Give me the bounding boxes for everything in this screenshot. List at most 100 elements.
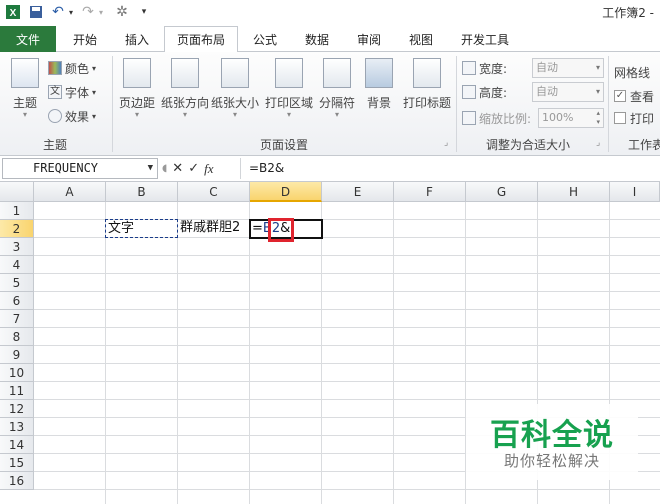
width-icon (462, 61, 476, 75)
height-label: 高度: (462, 82, 507, 102)
row-header-6[interactable]: 6 (0, 292, 34, 310)
width-label: 宽度: (462, 58, 507, 78)
scale-stepper[interactable]: 100% ▴ ▾ (538, 108, 604, 128)
orientation-button[interactable]: 纸张方向 ▾ (161, 56, 209, 119)
name-box[interactable]: FREQUENCY ▼ (2, 158, 158, 179)
undo-icon[interactable]: ↶ (50, 3, 66, 21)
sheet-options-group-label: 工作表 (628, 138, 660, 152)
column-header-f[interactable]: F (394, 182, 466, 202)
column-header-g[interactable]: G (466, 182, 538, 202)
tab-review[interactable]: 审阅 (346, 26, 392, 52)
row-header-5[interactable]: 5 (0, 274, 34, 292)
column-header-b[interactable]: B (106, 182, 178, 202)
theme-colors-button[interactable]: 颜色 ▾ (48, 58, 96, 78)
gridlines-view-checkbox[interactable]: ✓ 查看 (614, 86, 654, 106)
background-image-icon (365, 58, 393, 88)
title-bar: X ↶ ▾ ↷ ▾ ✲ ▾ 工作簿2 - (0, 0, 660, 24)
tab-page-layout[interactable]: 页面布局 (164, 26, 238, 53)
fonts-icon: 文 (48, 85, 62, 99)
tab-view[interactable]: 视图 (398, 26, 444, 52)
formula-tools: ◖ ✕ ✓ fx (162, 158, 238, 179)
row-header-4[interactable]: 4 (0, 256, 34, 274)
print-titles-button[interactable]: 打印标题 (403, 56, 451, 116)
row-header-12[interactable]: 12 (0, 400, 34, 418)
row-header-7[interactable]: 7 (0, 310, 34, 328)
row-header-9[interactable]: 9 (0, 346, 34, 364)
watermark-title: 百科全说 (490, 418, 614, 453)
margins-button[interactable]: 页边距 ▾ (114, 56, 160, 119)
enter-icon[interactable]: ✓ (188, 161, 199, 176)
customize-toolbar-icon[interactable]: ▾ (138, 3, 150, 21)
formula-bar: FREQUENCY ▼ ◖ ✕ ✓ fx =B2& (0, 156, 660, 182)
print-area-button[interactable]: 打印区域 ▾ (265, 56, 313, 119)
print-area-icon (275, 58, 303, 88)
redo-icon[interactable]: ↷ (80, 3, 96, 21)
tab-file[interactable]: 文件 (0, 26, 56, 52)
effects-icon (48, 109, 62, 123)
background-button[interactable]: 背景 (356, 56, 402, 116)
column-header-c[interactable]: C (178, 182, 250, 202)
row-header-3[interactable]: 3 (0, 238, 34, 256)
name-box-dropdown-icon[interactable]: ▼ (148, 159, 153, 178)
size-button[interactable]: 纸张大小 ▾ (211, 56, 259, 119)
tab-formulas[interactable]: 公式 (242, 26, 288, 52)
formula-scroll-icon: ◖ (162, 163, 168, 174)
theme-fonts-button[interactable]: 文 字体 ▾ (48, 82, 96, 102)
paper-size-icon (221, 58, 249, 88)
formula-input[interactable]: =B2& (240, 158, 660, 179)
redo-dropdown-icon[interactable]: ▾ (96, 3, 106, 21)
watermark: 百科全说 助你轻松解决 (466, 404, 638, 480)
undo-dropdown-icon[interactable]: ▾ (66, 3, 76, 21)
themes-icon (11, 58, 39, 88)
orientation-icon (171, 58, 199, 88)
cancel-icon[interactable]: ✕ (172, 161, 183, 176)
save-icon[interactable] (28, 3, 44, 21)
gridlines-label: 网格线 (614, 65, 651, 80)
tab-insert[interactable]: 插入 (114, 26, 160, 52)
column-header-h[interactable]: H (538, 182, 610, 202)
watermark-subtitle: 助你轻松解决 (503, 452, 600, 470)
print-titles-icon (413, 58, 441, 88)
height-icon (462, 85, 476, 99)
height-select[interactable]: 自动 ▾ (532, 82, 604, 102)
page-setup-launcher-icon[interactable]: ⌟ (444, 138, 448, 148)
row-header-10[interactable]: 10 (0, 364, 34, 382)
insert-function-icon[interactable]: fx (204, 161, 213, 177)
themes-button[interactable]: 主题 ▾ (2, 56, 48, 119)
tab-home[interactable]: 开始 (62, 26, 108, 52)
row-header-13[interactable]: 13 (0, 418, 34, 436)
cell-c2[interactable]: 群戚群胆2 (178, 219, 250, 237)
scale-label: 缩放比例: (462, 108, 531, 128)
row-header-2[interactable]: 2 (0, 220, 34, 238)
page-setup-group-label: 页面设置 (259, 138, 308, 152)
document-title: 工作簿2 - (602, 6, 654, 20)
theme-group-label: 主题 (42, 138, 67, 152)
tab-data[interactable]: 数据 (294, 26, 340, 52)
excel-logo-icon: X (4, 3, 22, 21)
column-header-i[interactable]: I (610, 182, 660, 202)
row-header-16[interactable]: 16 (0, 472, 34, 490)
column-header-e[interactable]: E (322, 182, 394, 202)
scale-launcher-icon[interactable]: ⌟ (596, 138, 600, 148)
row-header-1[interactable]: 1 (0, 202, 34, 220)
column-header-d[interactable]: D (250, 182, 322, 202)
breaks-icon (323, 58, 351, 88)
row-header-8[interactable]: 8 (0, 328, 34, 346)
row-header-15[interactable]: 15 (0, 454, 34, 472)
scale-group-label: 调整为合适大小 (485, 138, 570, 152)
theme-effects-button[interactable]: 效果 ▾ (48, 106, 96, 126)
tools-icon[interactable]: ✲ (112, 3, 132, 21)
ribbon-tabs: 文件 开始 插入 页面布局 公式 数据 审阅 视图 开发工具 (0, 24, 660, 53)
ribbon: 主题 ▾ 颜色 ▾ 文 字体 ▾ 效果 ▾ 主题 页边距 ▾ 纸张方向 ▾ 纸张大小 … (0, 52, 660, 156)
column-header-a[interactable]: A (34, 182, 106, 202)
select-all-button[interactable] (0, 182, 34, 202)
row-header-14[interactable]: 14 (0, 436, 34, 454)
gridlines-print-checkbox[interactable]: 打印 (614, 108, 654, 128)
width-select[interactable]: 自动 ▾ (532, 58, 604, 78)
tab-developer[interactable]: 开发工具 (452, 26, 518, 52)
cell-b2[interactable]: 文字 (105, 219, 178, 238)
svg-text:X: X (10, 8, 17, 19)
colors-icon (48, 61, 62, 75)
row-header-11[interactable]: 11 (0, 382, 34, 400)
checkbox-icon (614, 112, 626, 124)
